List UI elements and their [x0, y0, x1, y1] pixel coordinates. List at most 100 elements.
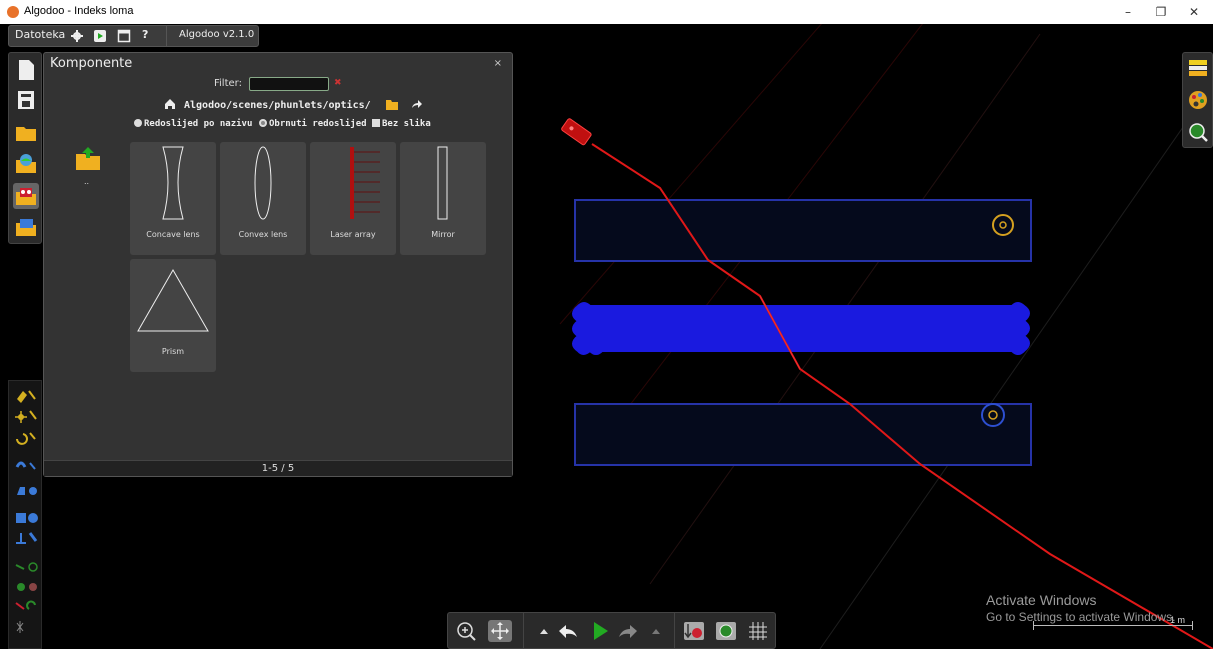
menubar-divider: [166, 26, 167, 46]
sort-by-name-label: Redoslijed po nazivu: [144, 119, 253, 129]
particle-tool-icon: [16, 621, 24, 633]
concave-lens-icon: [162, 146, 184, 220]
path-label[interactable]: Algodoo/scenes/phunlets/optics/: [184, 100, 371, 111]
reverse-order-label: Obrnuti redoslijed: [269, 119, 367, 129]
version-label: Algodoo v2.1.0: [179, 29, 255, 40]
component-label: Prism: [161, 347, 185, 356]
thruster-tool-icon: [17, 583, 25, 591]
tracer-tool-icon: [29, 583, 37, 591]
scale-tick: [1192, 621, 1193, 630]
scale-indicator: 1 m: [1033, 615, 1193, 630]
save-scene-icon[interactable]: [13, 87, 39, 113]
laser-pen[interactable]: [561, 118, 592, 146]
image-folder-icon[interactable]: [13, 214, 39, 240]
component-tile-concave-lens[interactable]: Concave lens: [130, 142, 216, 255]
panel-title: Komponente: [50, 56, 133, 71]
component-label: Concave lens: [146, 230, 200, 239]
box-tool-icon: [16, 513, 26, 523]
gravity-toggle-icon[interactable]: [682, 620, 706, 642]
no-images-label: Bez slika: [382, 119, 431, 129]
components-panel: Komponente × Filter: ✖ Algodoo/scenes/ph…: [43, 52, 513, 477]
radio-icon: [134, 119, 142, 127]
parent-folder-label[interactable]: ..: [84, 177, 89, 186]
component-tile-laser-array[interactable]: Laser array: [310, 142, 396, 255]
lower-glass-block[interactable]: [574, 403, 1032, 466]
main-menubar: Datoteka ? Algodoo v2.1.0: [8, 25, 259, 47]
undo-expand-icon[interactable]: [532, 620, 556, 642]
component-label: Laser array: [330, 230, 376, 239]
help-button[interactable]: ?: [142, 28, 148, 41]
component-label: Convex lens: [238, 230, 288, 239]
checkbox-icon: [372, 119, 380, 127]
scale-label: 1 m: [1169, 615, 1185, 625]
gear-icon[interactable]: [70, 29, 84, 43]
component-tile-convex-lens[interactable]: Convex lens: [220, 142, 306, 255]
zoom-icon[interactable]: [455, 620, 479, 642]
filter-label: Filter:: [214, 78, 242, 89]
window-titlebar: Algodoo - Indeks loma – ❐ ✕: [0, 0, 1213, 24]
grid-line: [559, 24, 822, 325]
scale-tool-icon: [29, 410, 37, 420]
window-icon[interactable]: [117, 29, 131, 43]
plane-tool-icon: [16, 533, 26, 544]
algodoo-app-icon: [7, 6, 19, 18]
component-label: Mirror: [431, 230, 455, 239]
clear-filter-icon[interactable]: ✖: [334, 78, 342, 88]
redo-icon[interactable]: [616, 620, 640, 642]
no-images-checkbox[interactable]: Bez slika: [372, 119, 431, 129]
fixate-tool-icon: [15, 564, 25, 570]
redo-expand-icon[interactable]: [644, 620, 668, 642]
gear-tool-icon: [29, 487, 37, 495]
palette-icon[interactable]: [1187, 89, 1209, 111]
grid-line: [819, 83, 1213, 649]
reverse-order-radio[interactable]: Obrnuti redoslijed: [259, 119, 367, 129]
scenes-folder-icon[interactable]: [13, 151, 39, 177]
window-title: Algodoo - Indeks loma: [24, 5, 134, 17]
filter-input[interactable]: [249, 77, 329, 91]
phunlets-folder-icon[interactable]: [13, 183, 39, 209]
right-toolbar: [1182, 52, 1213, 148]
play-simulation-icon[interactable]: [588, 620, 612, 642]
minimize-button[interactable]: –: [1114, 3, 1142, 21]
mirror-icon: [437, 146, 448, 220]
water-slab[interactable]: [572, 302, 1030, 355]
undo-icon[interactable]: [556, 620, 580, 642]
panel-close-button[interactable]: ×: [494, 58, 502, 69]
sketch-tool-icon: [17, 391, 27, 403]
left-file-toolbar: [8, 52, 42, 244]
pan-icon[interactable]: [488, 620, 512, 642]
convex-lens-icon: [254, 146, 272, 220]
component-tile-mirror[interactable]: Mirror: [400, 142, 486, 255]
upper-glass-block[interactable]: [574, 199, 1032, 262]
spring-tool-icon: [28, 532, 38, 542]
component-tile-prism[interactable]: Prism: [130, 259, 216, 372]
new-scene-icon[interactable]: [13, 57, 39, 83]
laser-tool-icon: [15, 602, 25, 610]
restore-button[interactable]: ❐: [1147, 3, 1175, 21]
hinge-tool-icon: [28, 562, 38, 572]
parent-folder-icon[interactable]: [74, 146, 102, 172]
bar-divider: [674, 613, 675, 649]
open-folder-icon[interactable]: [13, 119, 39, 145]
play-window-icon[interactable]: [93, 29, 107, 43]
grid-toggle-icon[interactable]: [746, 620, 770, 642]
home-icon[interactable]: [164, 98, 176, 110]
activate-title: Activate Windows: [986, 592, 1097, 608]
radio-icon: [259, 119, 267, 127]
browse-folder-icon[interactable]: [385, 98, 399, 110]
layers-icon[interactable]: [1187, 57, 1209, 79]
close-window-button[interactable]: ✕: [1180, 3, 1208, 21]
forward-arrow-icon[interactable]: [411, 98, 423, 110]
pager: 1-5 / 5: [44, 460, 512, 476]
rope-tool-icon: [15, 461, 27, 468]
air-friction-toggle-icon[interactable]: [714, 620, 738, 642]
tool-icons[interactable]: [13, 387, 39, 647]
zoom-to-scene-icon[interactable]: [1187, 121, 1209, 143]
file-menu[interactable]: Datoteka: [15, 28, 65, 41]
sort-by-name-radio[interactable]: Redoslijed po nazivu: [134, 119, 252, 129]
bar-divider: [523, 613, 524, 649]
cut-tool-icon: [28, 390, 36, 400]
scale-line: [1033, 625, 1193, 626]
breadcrumb: Algodoo/scenes/phunlets/optics/: [164, 98, 423, 114]
rotate-tool-icon: [16, 433, 28, 445]
